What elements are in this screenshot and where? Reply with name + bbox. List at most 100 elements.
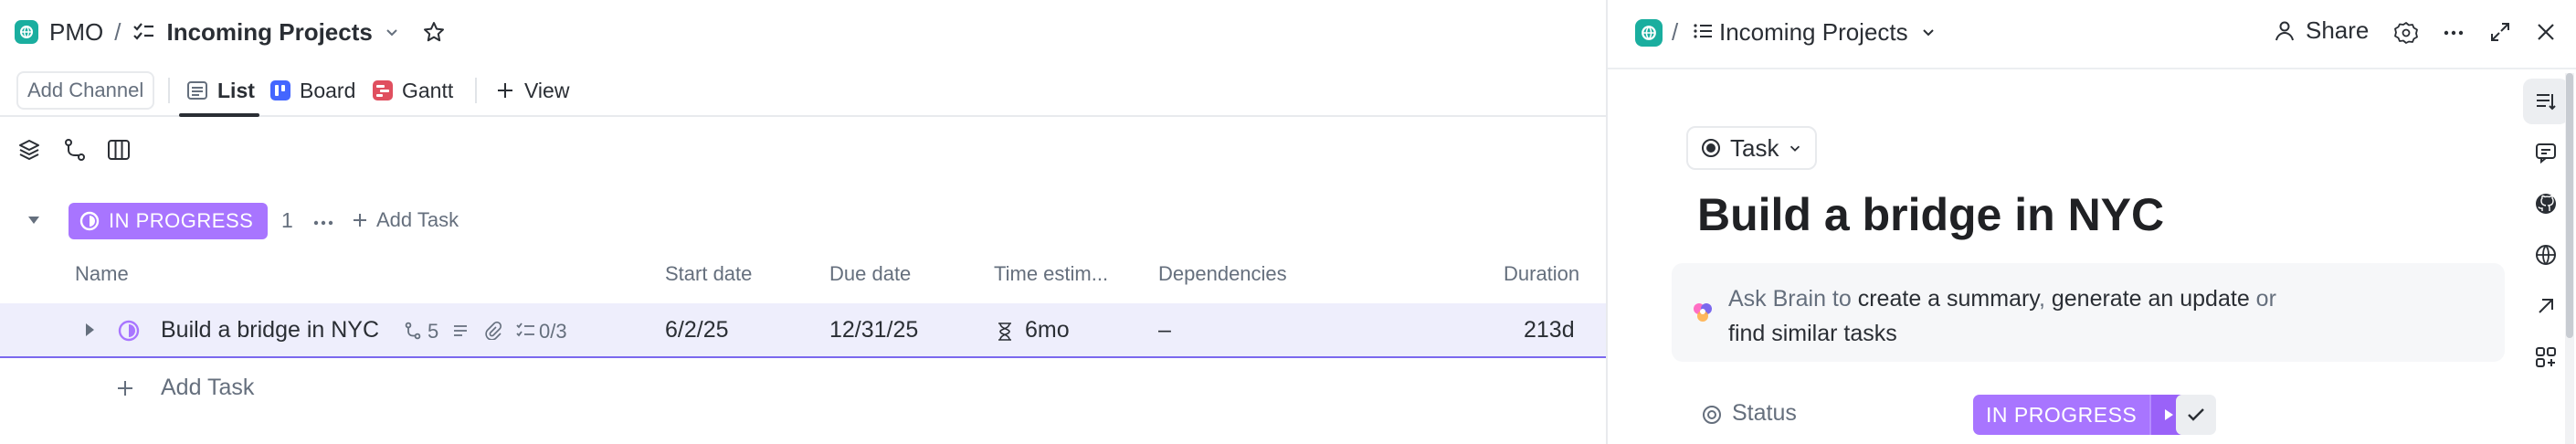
caret-right-icon[interactable]: [82, 322, 97, 338]
brain-comma: ,: [2038, 286, 2045, 312]
chevron-down-icon[interactable]: [384, 24, 400, 40]
add-view-button[interactable]: View: [495, 71, 569, 110]
task-status-icon[interactable]: [117, 319, 141, 343]
list-icon: [132, 20, 155, 44]
brain-or: or: [2255, 286, 2276, 312]
globe-icon[interactable]: [2523, 232, 2569, 278]
view-tabs-bar: Add Channel List Board Gantt View: [0, 64, 1606, 117]
add-view-label: View: [524, 78, 570, 102]
task-type-label: Task: [1730, 133, 1779, 162]
task-duration[interactable]: 213d: [1524, 317, 1575, 344]
description-icon: [451, 322, 470, 340]
add-channel-button[interactable]: Add Channel: [16, 71, 155, 110]
checklist-count[interactable]: 0/3: [539, 320, 567, 344]
column-header-duration[interactable]: Duration: [1504, 262, 1579, 286]
column-header-time-estimate[interactable]: Time estim...: [994, 262, 1108, 286]
status-icon: [1701, 404, 1723, 426]
expand-icon[interactable]: [2488, 20, 2512, 44]
status-field-label: Status: [1732, 400, 1797, 426]
ellipsis-icon[interactable]: [311, 210, 336, 236]
space-icon[interactable]: [15, 20, 38, 44]
group-status-pill[interactable]: IN PROGRESS: [69, 203, 269, 239]
brain-find-similar[interactable]: find similar tasks: [1728, 321, 1897, 346]
brain-generate-update[interactable]: generate an update: [2052, 286, 2250, 312]
tab-gantt[interactable]: Gantt: [373, 71, 453, 110]
task-detail-panel: / Incoming Projects Share Task Build a b…: [1606, 0, 2576, 444]
plus-icon: [495, 80, 515, 100]
scrollbar-thumb[interactable]: [2566, 73, 2573, 338]
apps-icon[interactable]: [2523, 334, 2569, 380]
detail-header: / Incoming Projects Share: [1608, 0, 2576, 69]
ellipsis-icon[interactable]: [2441, 20, 2466, 46]
task-name[interactable]: Build a bridge in NYC: [161, 317, 379, 344]
tabs-divider: [168, 78, 170, 103]
detail-breadcrumb-separator: /: [1672, 18, 1679, 46]
add-task-button[interactable]: Add Task: [161, 375, 254, 401]
brain-prompt: Ask Brain to create a summary, generate …: [1728, 281, 2496, 351]
subtask-count[interactable]: 5: [428, 320, 438, 344]
route-icon[interactable]: [62, 137, 88, 163]
task-type-dropdown[interactable]: Task: [1686, 126, 1818, 170]
detail-scrollbar[interactable]: [2565, 73, 2574, 444]
table-row[interactable]: Build a bridge in NYC 5 0/3 6/2/25 12/31…: [0, 303, 1606, 358]
brain-icon: [1690, 300, 1716, 325]
hourglass-icon: [996, 322, 1014, 342]
brain-prefix: Ask Brain to: [1728, 286, 1852, 312]
tab-gantt-label: Gantt: [402, 78, 454, 102]
status-ring-icon: [79, 211, 100, 231]
complete-task-button[interactable]: [2176, 395, 2216, 435]
list-view-icon: [186, 79, 208, 101]
paperclip-icon[interactable]: [484, 322, 502, 340]
brain-suggestions: Ask Brain to create a summary, generate …: [1672, 263, 2505, 362]
group-count: 1: [281, 208, 293, 232]
gantt-icon: [373, 80, 393, 100]
github-icon[interactable]: [2523, 181, 2569, 227]
comment-icon[interactable]: [2523, 130, 2569, 175]
tab-board-label: Board: [300, 78, 356, 102]
chevron-down-icon[interactable]: [1920, 24, 1937, 40]
task-type-icon: [1701, 138, 1721, 158]
breadcrumb-space[interactable]: PMO: [49, 18, 103, 47]
layers-icon[interactable]: [16, 137, 42, 163]
share-icon: [2273, 19, 2296, 43]
check-icon: [2188, 408, 2204, 421]
chevron-down-icon: [1788, 141, 1802, 155]
share-label: Share: [2306, 16, 2370, 44]
column-header-start-date[interactable]: Start date: [665, 262, 752, 286]
caret-down-icon[interactable]: [26, 212, 42, 228]
breadcrumb-separator: /: [114, 17, 121, 46]
tab-board[interactable]: Board: [270, 71, 355, 110]
group-add-task-button[interactable]: Add Task: [351, 208, 459, 232]
task-time-estimate[interactable]: 6mo: [1025, 317, 1070, 344]
status-value: IN PROGRESS: [1973, 395, 2150, 435]
columns-icon[interactable]: [106, 137, 132, 163]
settings-icon[interactable]: [2393, 20, 2419, 46]
column-header-name[interactable]: Name: [75, 262, 129, 286]
list-icon: [1692, 20, 1714, 42]
task-start-date[interactable]: 6/2/25: [665, 317, 729, 344]
column-header-dependencies[interactable]: Dependencies: [1158, 262, 1287, 286]
tab-list[interactable]: List: [186, 71, 255, 110]
arrow-up-right-icon[interactable]: [2523, 283, 2569, 329]
close-icon[interactable]: [2534, 20, 2558, 44]
group-status-label: IN PROGRESS: [109, 209, 254, 232]
group-add-task-label: Add Task: [376, 208, 459, 231]
task-dependencies[interactable]: –: [1158, 317, 1171, 344]
space-icon[interactable]: [1635, 19, 1663, 47]
checklist-icon: [515, 322, 535, 340]
list-view-pane: PMO / Incoming Projects Add Channel List…: [0, 0, 1606, 444]
tab-list-label: List: [217, 78, 255, 102]
detail-breadcrumb-list[interactable]: Incoming Projects: [1719, 18, 1908, 47]
star-icon[interactable]: [422, 20, 446, 44]
status-dropdown[interactable]: IN PROGRESS: [1973, 395, 2187, 435]
tabs-divider-2: [475, 78, 477, 103]
task-title[interactable]: Build a bridge in NYC: [1697, 188, 2164, 241]
details-icon[interactable]: [2523, 79, 2569, 124]
share-button[interactable]: Share: [2273, 16, 2369, 45]
column-header-due-date[interactable]: Due date: [829, 262, 911, 286]
plus-icon[interactable]: [115, 378, 135, 398]
breadcrumb-list[interactable]: Incoming Projects: [166, 18, 372, 47]
brain-create-summary[interactable]: create a summary: [1858, 286, 2039, 312]
task-due-date[interactable]: 12/31/25: [829, 317, 918, 344]
active-tab-indicator: [179, 113, 259, 117]
